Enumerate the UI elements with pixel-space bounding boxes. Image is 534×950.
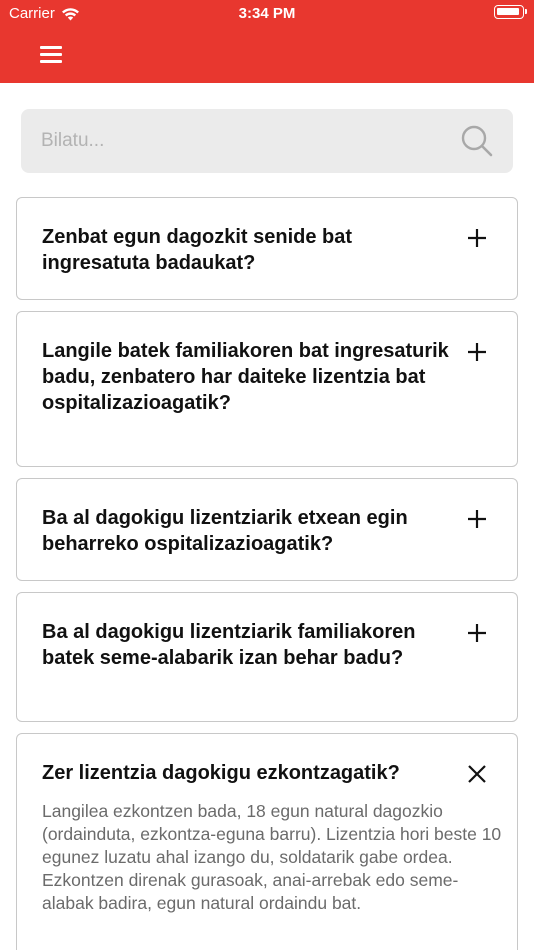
faq-question: Langile batek familiakoren bat ingresatu…	[42, 340, 449, 414]
faq-answer: Langilea ezkontzen bada, 18 egun natural…	[42, 801, 502, 913]
faq-question: Zenbat egun dagozkit senide bat ingresat…	[42, 226, 353, 274]
faq-item-expanded[interactable]: Zer lizentzia dagokigu ezkontzagatik? La…	[16, 733, 518, 950]
search-bar	[21, 109, 513, 173]
hamburger-line	[40, 53, 62, 56]
status-time: 3:34 PM	[238, 5, 296, 22]
battery-icon	[494, 5, 527, 19]
close-icon[interactable]	[465, 762, 489, 786]
status-right	[494, 5, 527, 19]
search-input[interactable]	[41, 109, 461, 173]
faq-question: Ba al dagokigu lizentziarik familiakoren…	[42, 621, 416, 669]
plus-icon[interactable]	[465, 340, 489, 364]
status-bar: Carrier 3:34 PM	[0, 0, 534, 30]
menu-button[interactable]	[36, 42, 66, 66]
plus-icon[interactable]	[465, 507, 489, 531]
plus-icon[interactable]	[465, 621, 489, 645]
hamburger-line	[40, 60, 62, 63]
faq-question: Zer lizentzia dagokigu ezkontzagatik?	[42, 762, 400, 784]
faq-item[interactable]: Langile batek familiakoren bat ingresatu…	[16, 311, 518, 467]
faq-question: Ba al dagokigu lizentziarik etxean egin …	[42, 507, 408, 555]
hamburger-menu-icon	[40, 46, 62, 49]
plus-icon[interactable]	[465, 226, 489, 250]
faq-item[interactable]: Zenbat egun dagozkit senide bat ingresat…	[16, 197, 518, 300]
search-icon[interactable]	[459, 123, 495, 159]
faq-item[interactable]: Ba al dagokigu lizentziarik familiakoren…	[16, 592, 518, 722]
app-header: Carrier 3:34 PM	[0, 0, 534, 83]
faq-item[interactable]: Ba al dagokigu lizentziarik etxean egin …	[16, 478, 518, 581]
